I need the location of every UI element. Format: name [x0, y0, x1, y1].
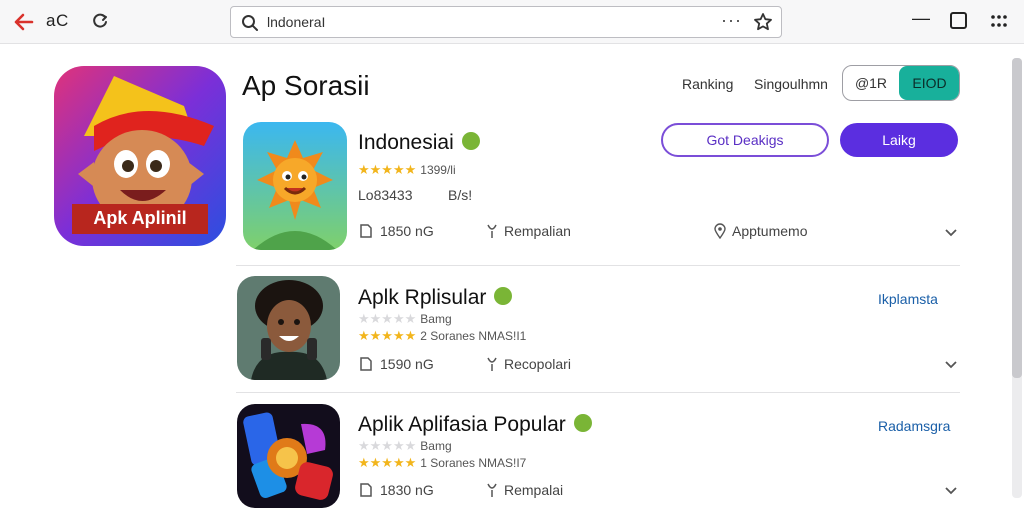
pin-icon	[487, 483, 497, 497]
app-name-2[interactable]: Aplk Rplisular	[358, 286, 513, 310]
primary-action-button[interactable]: Laikg	[840, 123, 958, 157]
star-icon: ★★★★★	[358, 162, 417, 177]
repo-1-text: Rempalian	[504, 223, 571, 239]
size-3: 1830 nG	[358, 482, 434, 498]
page-title: Ap Sorasii	[242, 70, 370, 101]
repo-2-text: Recopolari	[504, 356, 571, 372]
more-options-icon[interactable]: ···	[721, 10, 742, 31]
segmented-control: @1R EIOD	[842, 65, 960, 101]
verified-badge-icon	[494, 287, 513, 306]
extra-1[interactable]: Apptumemo	[714, 223, 807, 239]
verified-badge-icon	[461, 132, 480, 151]
app-link-2[interactable]: Ikplamsta	[878, 291, 938, 307]
size-3-text: 1830 nG	[380, 482, 434, 498]
subline-2: ★★★★★ Bamg	[358, 311, 452, 327]
nav-label[interactable]: aC	[46, 11, 69, 31]
size-1: 1850 nG	[358, 223, 434, 239]
verified-badge-icon	[573, 414, 592, 433]
star-icon: ★★★★★	[358, 328, 417, 343]
size-2-text: 1590 nG	[380, 356, 434, 372]
app-name-2-text: Aplk Rplisular	[358, 286, 487, 309]
repo-2[interactable]: Recopolari	[486, 356, 571, 372]
app-icon-2[interactable]	[237, 276, 340, 380]
app-name-3[interactable]: Aplik Aplifasia Popular	[358, 413, 592, 437]
segment-left[interactable]: @1R	[843, 66, 899, 100]
pin-icon	[487, 357, 497, 371]
app-name-3-text: Aplik Aplifasia Popular	[358, 413, 566, 436]
back-arrow-icon[interactable]	[12, 11, 34, 33]
tab-second[interactable]: Singoulhmn	[754, 76, 828, 92]
location-icon	[714, 223, 726, 239]
tab-ranking[interactable]: Ranking	[682, 76, 733, 92]
size-2: 1590 nG	[358, 356, 434, 372]
star-icon: ★★★★★	[358, 438, 417, 453]
file-icon	[360, 483, 372, 497]
file-icon	[360, 357, 372, 371]
detail-left-1: Lo83433	[358, 187, 413, 203]
scrollbar[interactable]	[1012, 58, 1022, 498]
star-icon: ★★★★★	[358, 455, 417, 470]
app-name-1-text: Indonesiai	[358, 131, 454, 154]
chevron-down-icon[interactable]	[944, 228, 958, 238]
url-text[interactable]: lndoneraI	[267, 14, 325, 30]
repo-3-text: Rempalai	[504, 482, 564, 498]
rating-1: ★★★★★ 1399/li	[358, 162, 456, 178]
minimize-icon[interactable]: —	[912, 8, 930, 29]
detail-right-1: B/s!	[448, 187, 473, 203]
rating-3: ★★★★★ 1 Soranes NMAS!I7	[358, 455, 526, 471]
scroll-thumb[interactable]	[1012, 58, 1022, 378]
row-divider	[236, 265, 960, 266]
file-icon	[360, 224, 372, 238]
app-link-3[interactable]: Radamsgra	[878, 418, 950, 434]
size-1-text: 1850 nG	[380, 223, 434, 239]
extension-icon[interactable]	[950, 12, 967, 29]
rating-meta-2: 2 Soranes NMAS!I1	[420, 329, 527, 343]
subline-3: ★★★★★ Bamg	[358, 438, 452, 454]
app-icon-3[interactable]	[237, 404, 340, 508]
menu-dots-icon[interactable]	[990, 13, 1008, 29]
repo-3[interactable]: Rempalai	[486, 482, 563, 498]
chevron-down-icon[interactable]	[944, 360, 958, 370]
rating-meta-1: 1399/li	[420, 163, 456, 177]
rating-2: ★★★★★ 2 Soranes NMAS!I1	[358, 328, 526, 344]
row-divider	[236, 392, 960, 393]
get-deals-button[interactable]: Got Deakigs	[661, 123, 829, 157]
hero-banner-text: Apk Aplinil	[93, 208, 186, 228]
app-name-1[interactable]: Indonesiai	[358, 131, 480, 155]
address-bar[interactable]: lndoneraI ···	[230, 6, 782, 38]
segment-right-active[interactable]: EIOD	[899, 66, 959, 100]
reload-icon[interactable]	[90, 11, 110, 31]
subline-2-text: Bamg	[420, 312, 452, 326]
hero-app-icon[interactable]: Apk Aplinil	[54, 66, 226, 246]
app-icon-1[interactable]	[243, 122, 347, 250]
rating-meta-3: 1 Soranes NMAS!I7	[420, 456, 527, 470]
bookmark-star-icon[interactable]	[753, 12, 773, 32]
extra-1-text: Apptumemo	[732, 223, 808, 239]
browser-toolbar: aC lndoneraI ··· —	[0, 0, 1024, 44]
repo-1[interactable]: Rempalian	[486, 223, 571, 239]
pin-icon	[487, 224, 497, 238]
chevron-down-icon[interactable]	[944, 486, 958, 496]
subline-3-text: Bamg	[420, 439, 452, 453]
star-icon: ★★★★★	[358, 311, 417, 326]
search-icon	[242, 15, 258, 31]
